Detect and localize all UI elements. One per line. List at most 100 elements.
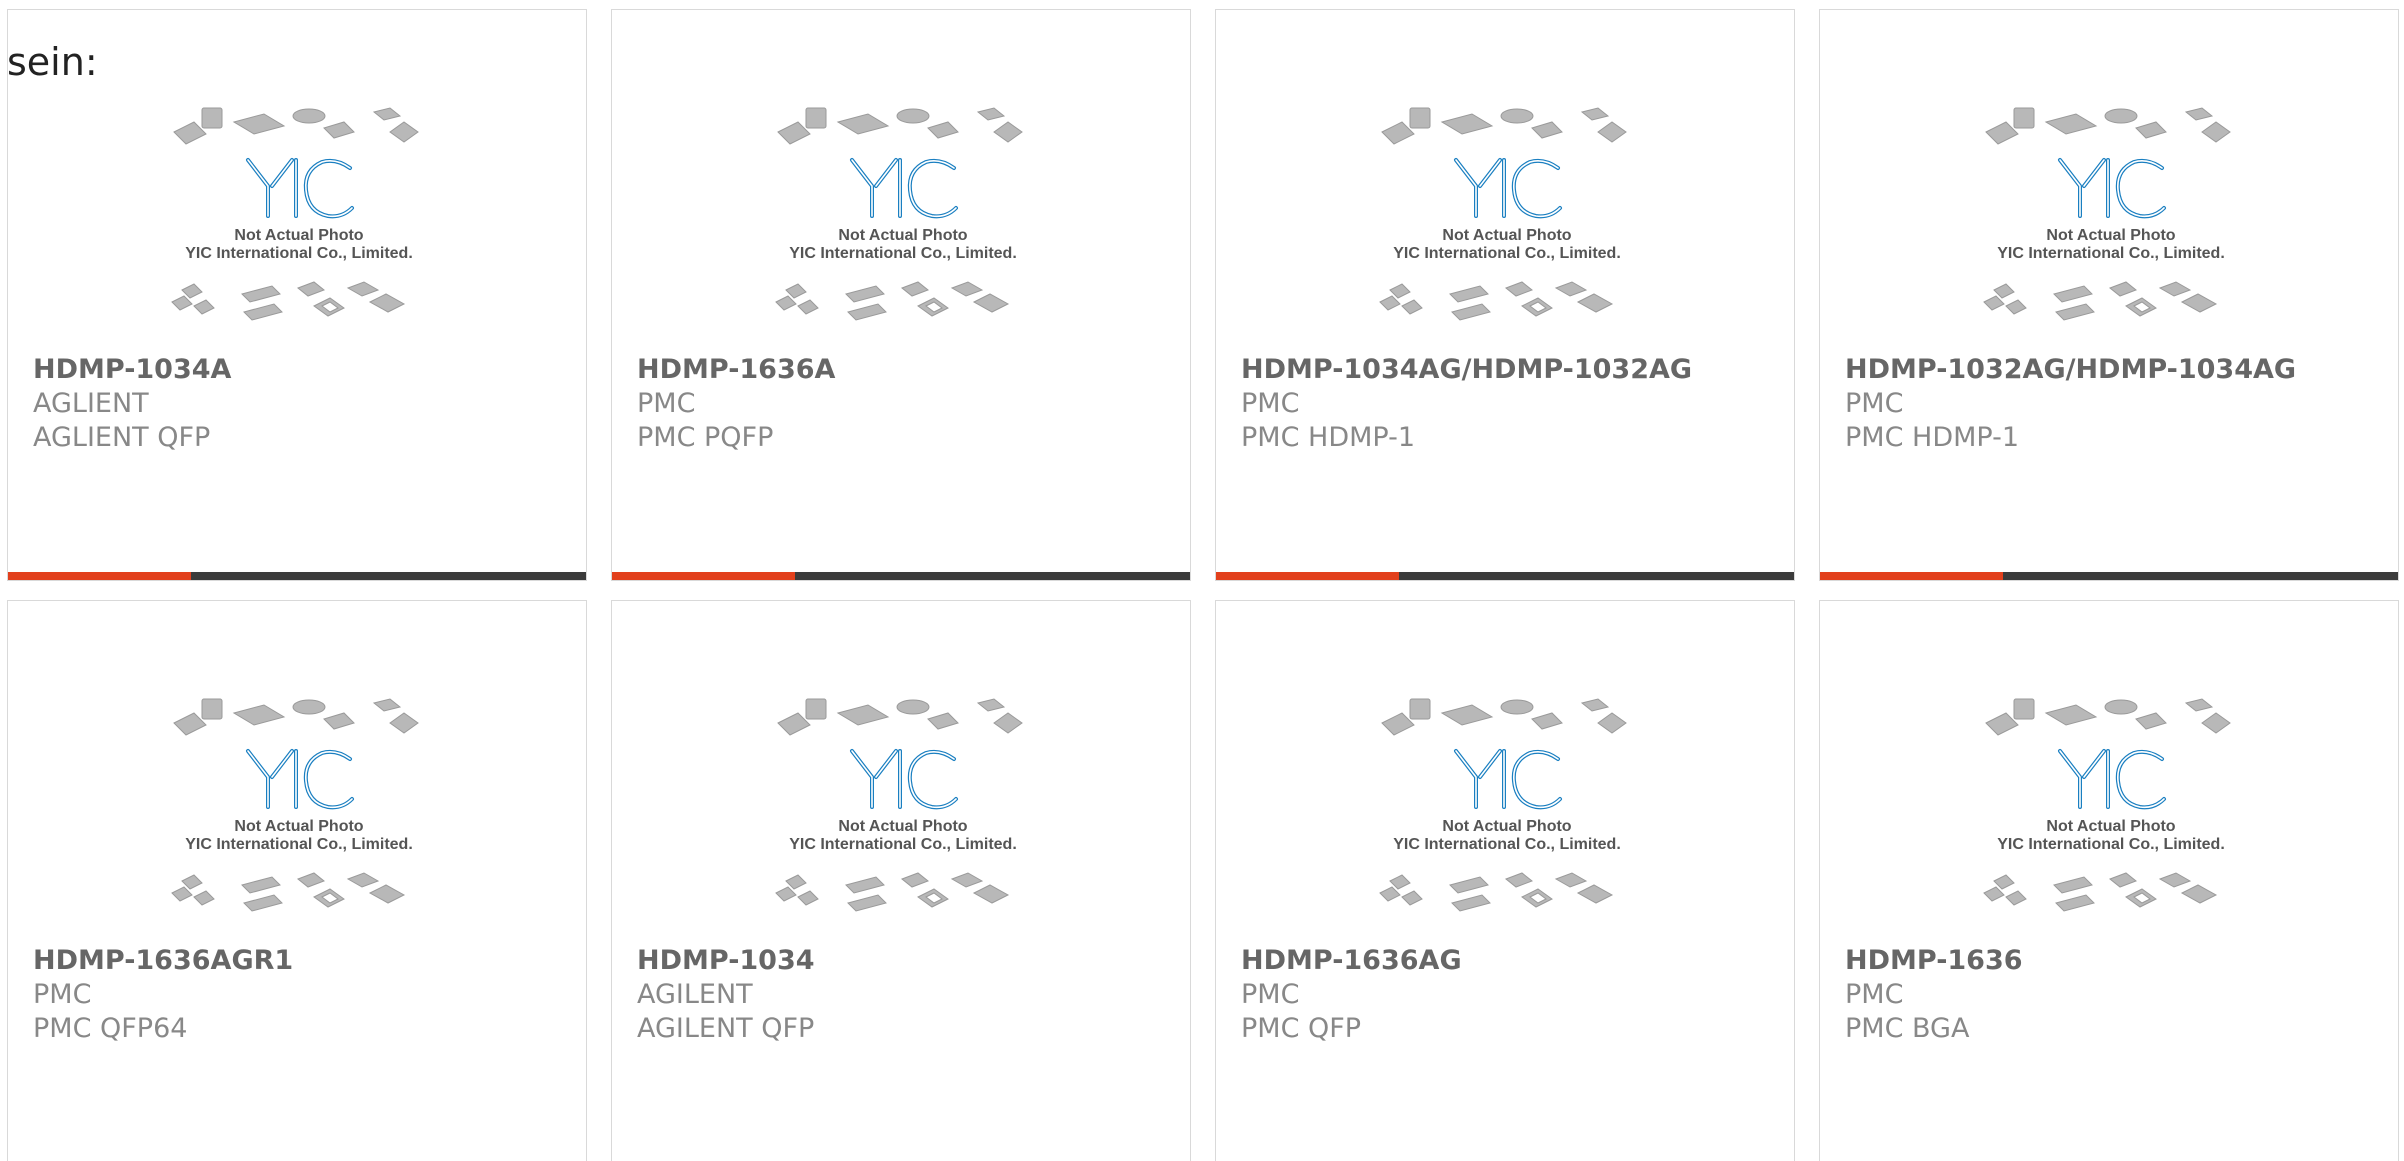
product-part-number[interactable]: HDMP-1034A	[33, 354, 231, 385]
chip-icon	[1580, 107, 1610, 121]
placeholder-caption-2: YIC International Co., Limited.	[185, 245, 413, 262]
chip-icon	[1389, 874, 1411, 890]
chip-icon	[1379, 295, 1401, 311]
chip-icon	[845, 285, 885, 303]
chip-icon	[777, 712, 811, 736]
product-package: PMC QFP	[1241, 1013, 1362, 1044]
product-part-number[interactable]: HDMP-1034	[637, 945, 815, 976]
chip-icon	[1597, 712, 1627, 734]
chip-icon	[292, 108, 326, 124]
placeholder-caption-2: YIC International Co., Limited.	[1393, 836, 1621, 853]
product-card[interactable]: Not Actual Photo YIC International Co., …	[1819, 600, 2399, 1161]
product-part-number[interactable]: HDMP-1032AG/HDMP-1034AG	[1845, 354, 2296, 385]
chip-icon	[845, 876, 885, 894]
placeholder-caption-2: YIC International Co., Limited.	[1997, 245, 2225, 262]
chip-icon	[2201, 712, 2231, 734]
chip-icon	[2184, 698, 2214, 712]
chip-icon	[2180, 884, 2218, 904]
chip-icon	[927, 712, 959, 730]
product-part-number[interactable]: HDMP-1636	[1845, 945, 2023, 976]
product-brand: PMC	[1845, 388, 1904, 419]
card-bottom-bar-accent	[612, 572, 795, 580]
chip-icon	[1554, 872, 1588, 888]
chip-icon	[2044, 704, 2098, 726]
chip-icon	[972, 293, 1010, 313]
chip-icon	[323, 121, 355, 139]
product-card[interactable]: Not Actual Photo YIC International Co., …	[7, 9, 587, 581]
chip-icon	[241, 285, 281, 303]
chip-icon	[2104, 108, 2138, 124]
chip-icon	[1983, 295, 2005, 311]
chip-icon	[2044, 113, 2098, 135]
product-brand: PMC	[1241, 388, 1300, 419]
chip-icon	[2005, 299, 2027, 315]
card-bottom-bar-accent	[8, 572, 191, 580]
chip-icon	[836, 113, 890, 135]
chip-icon	[993, 121, 1023, 143]
product-package: PMC QFP64	[33, 1013, 188, 1044]
chip-icon	[1401, 299, 1423, 315]
chip-icon	[2109, 281, 2137, 297]
card-bottom-bar	[1820, 572, 2398, 580]
product-card[interactable]: Not Actual Photo YIC International Co., …	[1215, 9, 1795, 581]
chip-icon	[805, 698, 827, 720]
product-part-number[interactable]: HDMP-1636AG	[1241, 945, 1462, 976]
product-brand: AGILENT	[637, 979, 753, 1010]
card-bottom-bar	[612, 572, 1190, 580]
product-placeholder-image: Not Actual Photo YIC International Co., …	[1976, 100, 2246, 350]
chip-icon	[193, 299, 215, 315]
product-part-number[interactable]: HDMP-1636AGR1	[33, 945, 293, 976]
placeholder-caption-1: Not Actual Photo	[1442, 818, 1571, 835]
product-part-number[interactable]: HDMP-1034AG/HDMP-1032AG	[1241, 354, 1692, 385]
chip-icon	[976, 107, 1006, 121]
placeholder-caption-2: YIC International Co., Limited.	[185, 836, 413, 853]
chip-icon	[1993, 283, 2015, 299]
chip-icon	[1449, 285, 1489, 303]
page: sein: Not Actual Photo YIC International…	[0, 0, 2404, 1161]
chip-icon	[797, 299, 819, 315]
placeholder-caption-2: YIC International Co., Limited.	[1393, 245, 1621, 262]
product-card[interactable]: Not Actual Photo YIC International Co., …	[611, 9, 1191, 581]
product-package: PMC BGA	[1845, 1013, 1970, 1044]
product-brand: PMC	[637, 388, 696, 419]
product-card[interactable]: Not Actual Photo YIC International Co., …	[1215, 600, 1795, 1161]
chip-icon	[1985, 712, 2019, 736]
product-brand: AGLIENT	[33, 388, 149, 419]
product-brand: PMC	[1241, 979, 1300, 1010]
product-card[interactable]: Not Actual Photo YIC International Co., …	[1819, 9, 2399, 581]
chip-icon	[1983, 886, 2005, 902]
chip-icon	[323, 712, 355, 730]
chip-icon	[1409, 107, 1431, 129]
placeholder-caption-2: YIC International Co., Limited.	[1997, 836, 2225, 853]
chip-icon	[2180, 293, 2218, 313]
chip-icon	[2201, 121, 2231, 143]
product-card[interactable]: Not Actual Photo YIC International Co., …	[7, 600, 587, 1161]
card-bottom-bar-accent	[1820, 572, 2003, 580]
product-card[interactable]: Not Actual Photo YIC International Co., …	[611, 600, 1191, 1161]
chip-icon	[1531, 712, 1563, 730]
chip-icon	[171, 295, 193, 311]
chip-icon	[1409, 698, 1431, 720]
chip-icon	[2013, 698, 2035, 720]
product-package: PMC HDMP-1	[1241, 422, 1416, 453]
chip-icon	[2005, 890, 2027, 906]
chip-icon	[1440, 704, 1494, 726]
placeholder-caption-2: YIC International Co., Limited.	[789, 836, 1017, 853]
chip-icon	[232, 113, 286, 135]
chip-icon	[1389, 283, 1411, 299]
chip-icon	[1531, 121, 1563, 139]
product-placeholder-image: Not Actual Photo YIC International Co., …	[1976, 691, 2246, 941]
card-bottom-bar-accent	[1216, 572, 1399, 580]
product-part-number[interactable]: HDMP-1636A	[637, 354, 835, 385]
chip-icon	[193, 890, 215, 906]
chip-icon	[241, 876, 281, 894]
chip-icon	[1379, 886, 1401, 902]
chip-icon	[797, 890, 819, 906]
chip-icon	[775, 886, 797, 902]
chip-icon	[2158, 872, 2192, 888]
placeholder-caption-2: YIC International Co., Limited.	[789, 245, 1017, 262]
chip-icon	[173, 712, 207, 736]
chip-icon	[1500, 699, 1534, 715]
placeholder-caption-1: Not Actual Photo	[234, 818, 363, 835]
product-grid: Not Actual Photo YIC International Co., …	[7, 9, 2401, 1161]
